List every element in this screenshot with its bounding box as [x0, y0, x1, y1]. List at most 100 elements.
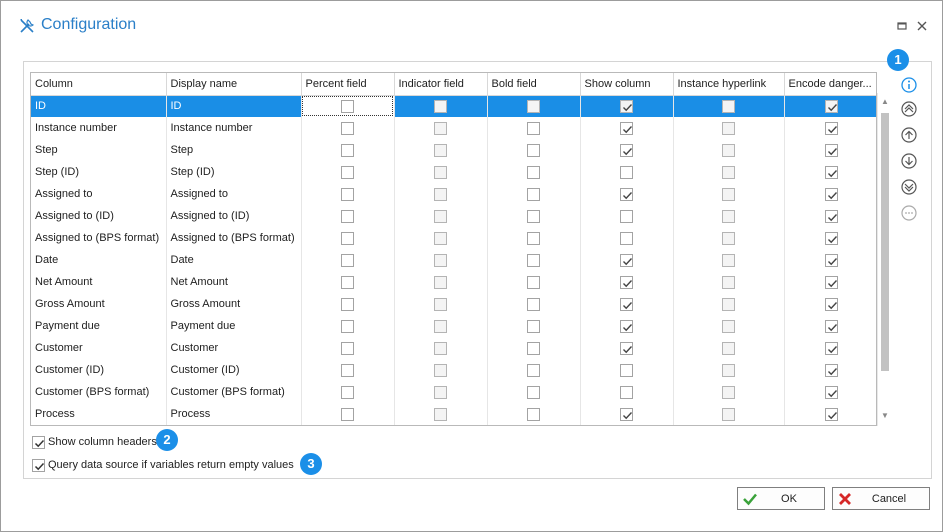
- cell-display-name[interactable]: Assigned to: [166, 183, 302, 205]
- bold-field-checkbox[interactable]: [527, 297, 540, 311]
- instance-hyperlink-checkbox[interactable]: [722, 231, 735, 245]
- show-column-checkbox[interactable]: [620, 319, 633, 333]
- query-source-option[interactable]: Query data source if variables return em…: [32, 457, 294, 473]
- cell-display-name[interactable]: Customer (ID): [166, 359, 302, 381]
- cell-display-name[interactable]: Assigned to (BPS format): [166, 227, 302, 249]
- table-row[interactable]: Net Amount Net Amount: [31, 271, 876, 293]
- cell-display-name[interactable]: Payment due: [166, 315, 302, 337]
- percent-field-checkbox[interactable]: [341, 341, 354, 355]
- encode-dangerous-checkbox[interactable]: [824, 231, 838, 245]
- table-row[interactable]: Assigned to (BPS format) Assigned to (BPS…: [31, 227, 876, 249]
- instance-hyperlink-checkbox[interactable]: [722, 275, 735, 289]
- percent-field-checkbox[interactable]: [341, 319, 354, 333]
- show-column-checkbox[interactable]: [620, 99, 633, 113]
- cell-column-name[interactable]: Assigned to (BPS format): [31, 227, 167, 249]
- cell-display-name[interactable]: Step (ID): [166, 161, 302, 183]
- scroll-thumb[interactable]: [881, 113, 889, 371]
- show-column-checkbox[interactable]: [620, 187, 633, 201]
- encode-dangerous-checkbox[interactable]: [824, 319, 838, 333]
- show-column-checkbox[interactable]: [620, 253, 633, 267]
- move-top-icon[interactable]: [900, 100, 918, 118]
- show-column-checkbox[interactable]: [620, 143, 633, 157]
- instance-hyperlink-checkbox[interactable]: [722, 165, 735, 179]
- instance-hyperlink-checkbox[interactable]: [722, 99, 735, 113]
- instance-hyperlink-checkbox[interactable]: [722, 363, 735, 377]
- header-instance-hyperlink[interactable]: Instance hyperlink: [673, 73, 785, 96]
- maximize-icon[interactable]: [895, 19, 909, 33]
- bold-field-checkbox[interactable]: [527, 143, 540, 157]
- cell-display-name[interactable]: ID: [166, 95, 302, 117]
- header-percent-field[interactable]: Percent field: [301, 73, 395, 96]
- indicator-field-checkbox[interactable]: [434, 341, 447, 355]
- instance-hyperlink-checkbox[interactable]: [722, 319, 735, 333]
- cell-display-name[interactable]: Assigned to (ID): [166, 205, 302, 227]
- cell-column-name[interactable]: Step: [31, 139, 167, 161]
- percent-field-checkbox[interactable]: [341, 253, 354, 267]
- more-icon[interactable]: [900, 204, 918, 222]
- instance-hyperlink-checkbox[interactable]: [722, 121, 735, 135]
- instance-hyperlink-checkbox[interactable]: [722, 341, 735, 355]
- cell-display-name[interactable]: Step: [166, 139, 302, 161]
- header-show-column[interactable]: Show column: [580, 73, 674, 96]
- encode-dangerous-checkbox[interactable]: [824, 209, 838, 223]
- cell-column-name[interactable]: Customer (ID): [31, 359, 167, 381]
- indicator-field-checkbox[interactable]: [434, 231, 447, 245]
- bold-field-checkbox[interactable]: [527, 275, 540, 289]
- indicator-field-checkbox[interactable]: [434, 121, 447, 135]
- bold-field-checkbox[interactable]: [527, 165, 540, 179]
- bold-field-checkbox[interactable]: [527, 231, 540, 245]
- show-column-checkbox[interactable]: [620, 341, 633, 355]
- table-row[interactable]: Assigned to Assigned to: [31, 183, 876, 205]
- table-row[interactable]: ID ID: [31, 95, 876, 117]
- indicator-field-checkbox[interactable]: [434, 187, 447, 201]
- table-row[interactable]: Instance number Instance number: [31, 117, 876, 139]
- header-indicator-field[interactable]: Indicator field: [394, 73, 488, 96]
- instance-hyperlink-checkbox[interactable]: [722, 187, 735, 201]
- indicator-field-checkbox[interactable]: [434, 165, 447, 179]
- move-up-icon[interactable]: [900, 126, 918, 144]
- cell-display-name[interactable]: Gross Amount: [166, 293, 302, 315]
- ok-button[interactable]: OK: [737, 487, 825, 510]
- indicator-field-checkbox[interactable]: [434, 209, 447, 223]
- percent-field-checkbox[interactable]: [341, 99, 354, 113]
- cell-display-name[interactable]: Instance number: [166, 117, 302, 139]
- cell-display-name[interactable]: Date: [166, 249, 302, 271]
- cell-display-name[interactable]: Customer: [166, 337, 302, 359]
- percent-field-checkbox[interactable]: [341, 165, 354, 179]
- table-row[interactable]: Customer Customer: [31, 337, 876, 359]
- show-column-checkbox[interactable]: [620, 297, 633, 311]
- bold-field-checkbox[interactable]: [527, 209, 540, 223]
- table-row[interactable]: Gross Amount Gross Amount: [31, 293, 876, 315]
- bold-field-checkbox[interactable]: [527, 363, 540, 377]
- cell-column-name[interactable]: Assigned to (ID): [31, 205, 167, 227]
- header-encode-dangerous[interactable]: Encode danger...: [784, 73, 876, 96]
- cell-column-name[interactable]: Payment due: [31, 315, 167, 337]
- show-column-checkbox[interactable]: [620, 363, 633, 377]
- move-down-icon[interactable]: [900, 152, 918, 170]
- cell-column-name[interactable]: Gross Amount: [31, 293, 167, 315]
- percent-field-checkbox[interactable]: [341, 363, 354, 377]
- instance-hyperlink-checkbox[interactable]: [722, 385, 735, 399]
- cell-column-name[interactable]: Customer (BPS format): [31, 381, 167, 403]
- percent-field-checkbox[interactable]: [341, 275, 354, 289]
- encode-dangerous-checkbox[interactable]: [824, 297, 838, 311]
- instance-hyperlink-checkbox[interactable]: [722, 253, 735, 267]
- table-row[interactable]: Customer (ID) Customer (ID): [31, 359, 876, 381]
- bold-field-checkbox[interactable]: [527, 99, 540, 113]
- instance-hyperlink-checkbox[interactable]: [722, 143, 735, 157]
- cell-column-name[interactable]: Net Amount: [31, 271, 167, 293]
- percent-field-checkbox[interactable]: [341, 209, 354, 223]
- query-source-checkbox[interactable]: [32, 458, 45, 472]
- table-row[interactable]: Step (ID) Step (ID): [31, 161, 876, 183]
- indicator-field-checkbox[interactable]: [434, 143, 447, 157]
- grid-scrollbar[interactable]: ▲ ▼: [877, 93, 891, 426]
- indicator-field-checkbox[interactable]: [434, 407, 447, 421]
- table-row[interactable]: Date Date: [31, 249, 876, 271]
- show-column-checkbox[interactable]: [620, 275, 633, 289]
- cell-column-name[interactable]: Customer: [31, 337, 167, 359]
- cell-display-name[interactable]: Net Amount: [166, 271, 302, 293]
- table-row[interactable]: Assigned to (ID) Assigned to (ID): [31, 205, 876, 227]
- percent-field-checkbox[interactable]: [341, 231, 354, 245]
- cell-column-name[interactable]: Process: [31, 403, 167, 425]
- percent-field-checkbox[interactable]: [341, 187, 354, 201]
